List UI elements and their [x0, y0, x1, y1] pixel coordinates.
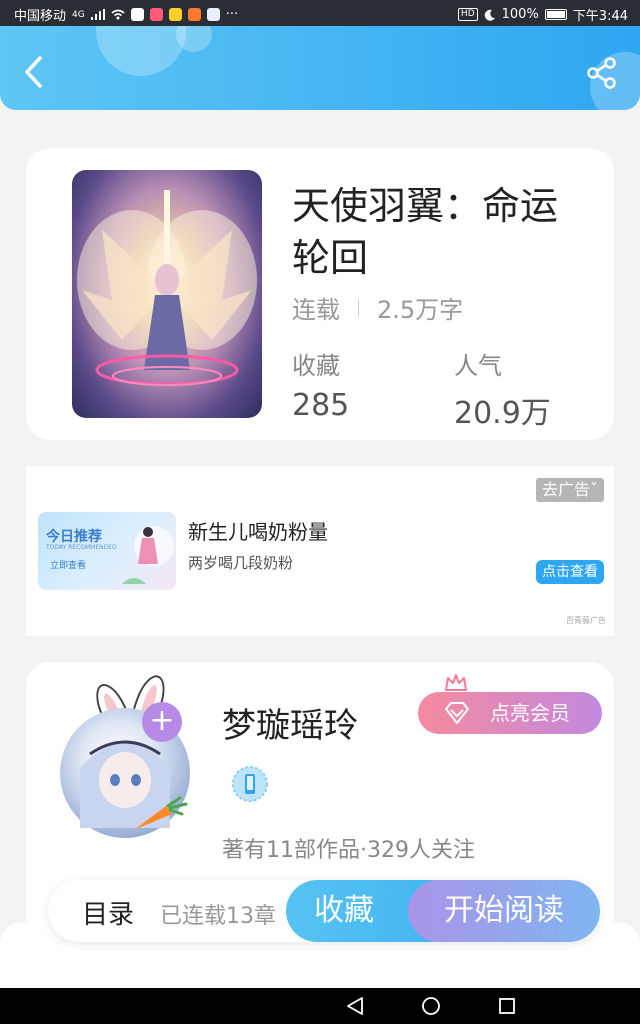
book-meta: 连载 2.5万字 [292, 290, 463, 325]
ad-figure-illustration [122, 526, 174, 584]
carrot-decoration-icon [134, 796, 188, 830]
system-nav-bar [0, 988, 640, 1024]
ad-image[interactable]: 今日推荐 TODAY RECOMMENDED 立即查看 [38, 512, 176, 590]
book-word-count: 2.5万字 [377, 296, 464, 324]
cover-illustration [77, 190, 257, 386]
chapter-count[interactable]: 已连载13章 [160, 898, 290, 930]
nav-recents-icon[interactable] [496, 996, 518, 1016]
status-overflow: ··· [225, 7, 239, 22]
diamond-icon [445, 702, 469, 724]
book-cover[interactable] [72, 170, 262, 418]
crown-icon [445, 674, 467, 691]
nav-home-icon[interactable] [420, 996, 442, 1016]
author-level-badge-icon [232, 766, 268, 802]
carrier-name: 中国移动 [14, 9, 67, 24]
app-icon-1 [130, 8, 144, 21]
share-icon [587, 57, 616, 89]
battery-icon [544, 9, 567, 20]
ad-description: 两岁喝几段奶粉 [188, 554, 294, 572]
battery-percent: 100% [501, 7, 539, 22]
ad-source: 百青藤广告 [566, 616, 606, 625]
book-status: 连载 [292, 296, 340, 324]
plus-icon: + [149, 703, 175, 738]
author-stats: 著有11部作品·329人关注 [222, 838, 475, 863]
app-icon-4 [187, 8, 201, 21]
follow-author-button[interactable]: + [142, 702, 182, 742]
ad-image-subtitle: TODAY RECOMMENDED [46, 544, 117, 551]
nav-back-icon[interactable] [344, 996, 366, 1016]
status-bar: 中国移动 4G ··· HD 100% 下午3:44 [0, 0, 640, 26]
back-button[interactable] [18, 54, 50, 90]
ad-banner[interactable]: 去广告ˇ 今日推荐 TODAY RECOMMENDED 立即查看 新生儿喝奶粉量… [26, 466, 614, 636]
start-reading-button[interactable]: 开始阅读 [408, 880, 600, 942]
meta-divider [358, 299, 359, 316]
toc-button[interactable]: 目录 [82, 894, 134, 931]
status-right: HD 100% 下午3:44 [457, 5, 628, 24]
collect-label: 收藏 [292, 352, 340, 380]
app-icon-5 [206, 8, 220, 21]
book-info-card: 天使羽翼：命运轮回 连载 2.5万字 收藏 285 人气 20.9万 [26, 148, 614, 440]
popularity-label: 人气 [454, 352, 502, 380]
network-type: 4G [72, 9, 85, 20]
ad-image-button: 立即查看 [50, 561, 87, 571]
status-left: 中国移动 4G ··· [14, 5, 238, 24]
hd-badge: HD [457, 8, 478, 21]
ad-title[interactable]: 新生儿喝奶粉量 [188, 516, 328, 545]
bottom-action-bar: 目录 已连载13章 收藏 开始阅读 [48, 880, 600, 942]
clock: 下午3:44 [572, 9, 628, 24]
decor-bubble-1 [96, 26, 186, 76]
book-title: 天使羽翼：命运轮回 [292, 184, 559, 280]
signal-icon [90, 9, 105, 20]
wifi-icon [111, 9, 125, 20]
chevron-left-icon [25, 56, 42, 88]
vip-button-label: 点亮会员 [490, 701, 570, 725]
app-icon-2 [149, 8, 163, 21]
moon-icon [484, 9, 495, 21]
remove-ad-button[interactable]: 去广告ˇ [535, 478, 604, 502]
share-button[interactable] [586, 56, 618, 90]
app-icon-3 [168, 8, 182, 21]
activate-vip-button[interactable]: 点亮会员 [418, 692, 602, 734]
ad-view-button[interactable]: 点击查看 [536, 560, 604, 584]
header [0, 26, 640, 110]
author-name[interactable]: 梦璇瑶玲 [222, 698, 358, 747]
popularity-count: 20.9万 [454, 396, 551, 431]
collect-count: 285 [292, 388, 350, 423]
ad-image-title: 今日推荐 [46, 529, 102, 545]
